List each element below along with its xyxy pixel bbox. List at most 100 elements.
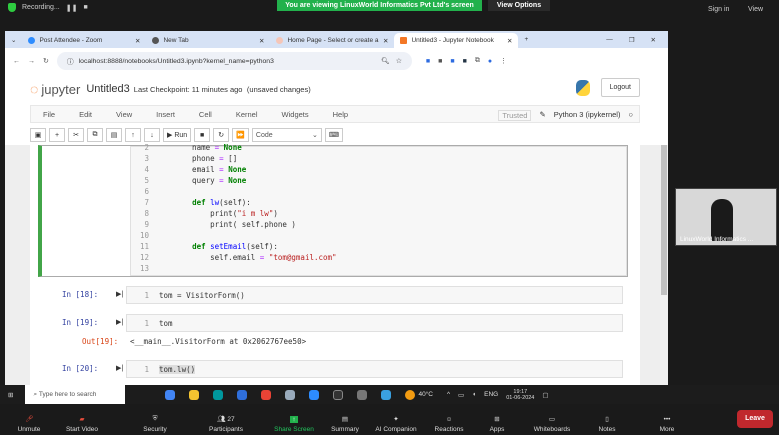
logout-button[interactable]: Logout [600,78,640,97]
code-editor[interactable]: 1 tom [126,314,623,332]
menu-widgets[interactable]: Widgets [282,110,309,119]
sign-in-button[interactable]: Sign in [708,6,729,13]
participant-video[interactable]: LinuxWorld Informatics ... [675,188,777,246]
menu-insert[interactable]: Insert [156,110,175,119]
run-cell-icon[interactable]: ▶| [116,290,123,298]
pencil-icon[interactable]: ✎ [539,110,545,121]
extension-icon[interactable]: ■ [426,58,430,65]
interrupt-icon[interactable]: ■ [194,128,211,142]
menu-kebab-icon[interactable]: ⋮ [500,57,507,65]
extension-icon[interactable]: ■ [438,58,442,65]
extensions-puzzle-icon[interactable]: ⧉ [475,57,480,65]
app-icon[interactable] [237,389,248,400]
terminal-icon[interactable] [333,389,344,400]
restore-icon[interactable]: ❐ [629,36,635,44]
close-window-icon[interactable]: ✕ [651,36,656,44]
python-icon[interactable] [381,389,392,400]
view-button[interactable]: View [748,6,763,13]
ai-companion-button[interactable]: ✦ AI Companion [368,404,424,435]
stop-icon[interactable]: ■ [83,4,87,11]
tab-home[interactable]: Home Page - Select or create a ✕ [270,33,394,48]
network-icon[interactable]: ▭ [458,391,464,399]
unmute-button[interactable]: 🎤︎ Unmute [6,404,52,435]
close-icon[interactable]: ✕ [259,37,264,45]
notebook-name[interactable]: Untitled3 [86,83,129,95]
tab-jupyter[interactable]: Untitled3 - Jupyter Notebook ✕ [394,33,519,48]
share-screen-button[interactable]: ↑ Share Screen [266,404,322,435]
menu-file[interactable]: File [43,110,55,119]
close-icon[interactable]: ✕ [135,37,140,45]
restart-run-all-icon[interactable]: ⏩ [232,128,249,142]
tab-search-icon[interactable]: ⌄ [11,36,16,44]
start-video-button[interactable]: ▰ Start Video [52,404,112,435]
forward-icon[interactable]: → [28,58,35,65]
run-cell-icon[interactable]: ▶| [116,318,123,326]
tray-chevron-icon[interactable]: ^ [447,391,450,398]
close-icon[interactable]: ✕ [507,37,512,45]
taskbar-search-input[interactable]: ⌕ Type here to search [25,385,126,404]
menu-kernel[interactable]: Kernel [236,110,258,119]
more-button[interactable]: ••• More [644,404,690,435]
info-icon: ⓘ [66,59,74,66]
file-explorer-icon[interactable] [189,389,200,400]
app-icon[interactable] [285,389,296,400]
trusted-badge[interactable]: Trusted [498,110,532,121]
extension-icon[interactable]: ■ [450,58,454,65]
view-options-button[interactable]: View Options [488,0,550,11]
restart-icon[interactable]: ↻ [213,128,230,142]
star-icon[interactable]: ☆ [396,57,402,65]
reload-icon[interactable]: ↻ [43,57,49,65]
whiteboards-button[interactable]: ▭ Whiteboards [520,404,584,435]
zoom-icon[interactable] [309,389,320,400]
chrome-icon[interactable] [261,389,272,400]
app-icon[interactable] [357,389,368,400]
menu-cell[interactable]: Cell [199,110,212,119]
code-cell-selected[interactable]: 2 name = None 3 phone = [] 4 email = None 5… [38,143,628,277]
volume-icon[interactable]: ◖ [472,391,476,398]
run-cell-icon[interactable]: ▶| [116,364,123,372]
code-editor[interactable]: 2 name = None 3 phone = [] 4 email = None 5… [130,143,627,276]
cut-icon[interactable]: ✂ [68,128,84,142]
paste-icon[interactable]: ▤ [106,128,122,142]
code-editor[interactable]: 1 tom = VisitorForm() [126,286,623,304]
scrollbar[interactable] [660,145,668,385]
pause-icon[interactable]: ❚❚ [66,4,78,12]
copy-icon[interactable]: ⧉ [87,128,103,142]
keyboard-icon[interactable]: ⌨ [324,128,343,142]
url-input[interactable]: ⓘ localhost:8888/notebooks/Untitled3.ipyn… [56,52,412,70]
minimize-icon[interactable]: — [606,36,613,43]
notes-button[interactable]: ▯ Notes [584,404,630,435]
menu-edit[interactable]: Edit [79,110,92,119]
language-indicator[interactable]: ENG [484,391,498,398]
new-tab-icon[interactable]: + [524,36,528,43]
tab-zoom[interactable]: Post Attendee - Zoom ✕ [22,33,146,48]
chrome-icon[interactable] [165,389,176,400]
code-editor[interactable]: 1 tom.lw() [126,360,623,378]
participants-button[interactable]: 👥︎ 27 Participants [198,404,254,435]
run-button[interactable]: ▶ Run [163,128,192,142]
add-cell-icon[interactable]: + [49,128,65,142]
security-button[interactable]: ⛨ Security [132,404,178,435]
move-up-icon[interactable]: ↑ [125,128,141,142]
move-down-icon[interactable]: ↓ [144,128,160,142]
clock[interactable]: 19:17 01-06-2024 [506,389,534,401]
close-icon[interactable]: ✕ [383,37,388,45]
scrollbar-thumb[interactable] [661,145,667,295]
profile-icon[interactable]: ● [488,58,492,65]
leave-button[interactable]: Leave [737,410,773,428]
menu-view[interactable]: View [116,110,132,119]
zoom-icon[interactable]: 🔍︎ [381,57,390,65]
tab-new[interactable]: New Tab ✕ [146,33,270,48]
cell-type-select[interactable]: Code ⌄ [251,128,322,142]
apps-button[interactable]: ⊞ Apps [474,404,520,435]
reactions-button[interactable]: ☺ Reactions [424,404,474,435]
arduino-icon[interactable] [213,389,224,400]
jupyter-logo[interactable]: jupyter [41,82,80,97]
summary-button[interactable]: ▤ Summary [322,404,368,435]
save-icon[interactable]: ▣ [30,128,46,142]
back-icon[interactable]: ← [13,58,20,65]
notifications-icon[interactable]: ▢ [542,391,548,399]
windows-start-icon[interactable]: ⊞ [8,391,13,399]
extension-icon[interactable]: ■ [463,58,467,65]
menu-help[interactable]: Help [333,110,348,119]
